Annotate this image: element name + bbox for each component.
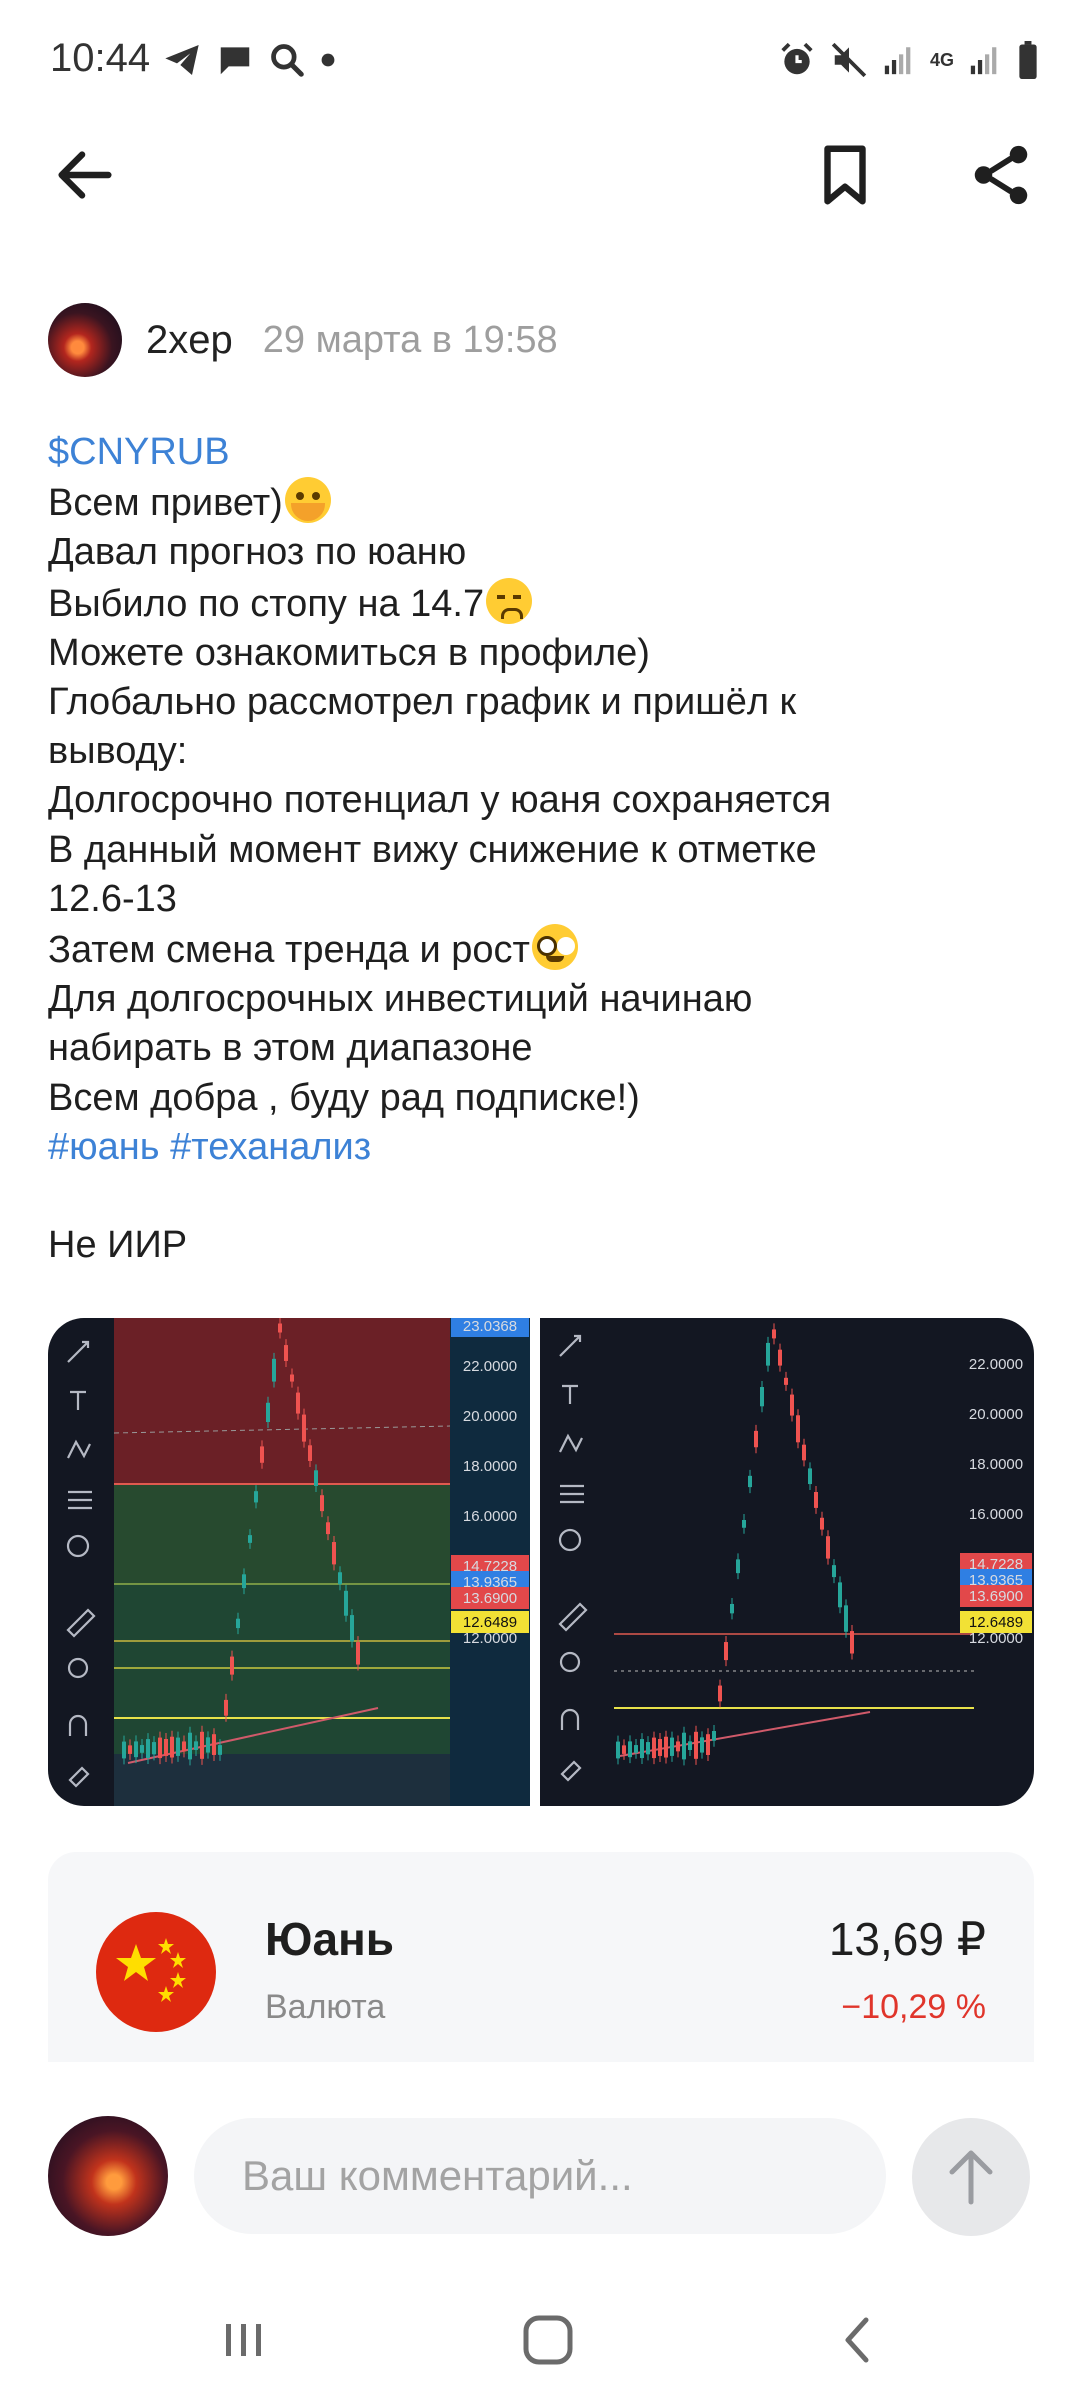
post-line: Всем привет) <box>48 482 283 525</box>
price-label: 13.6900 <box>463 1590 517 1607</box>
arrow-left-icon[interactable] <box>50 140 120 210</box>
chart-2-canvas: 22.000020.000018.000016.000014.722813.93… <box>540 1318 1034 1806</box>
china-flag-icon <box>96 1912 216 2032</box>
post-line: Затем смена тренда и рост <box>48 929 530 972</box>
post-line: В данный момент вижу снижение к отметке <box>48 828 817 871</box>
ticker-link[interactable]: $CNYRUB <box>48 431 230 473</box>
post-line: набирать в этом диапазоне <box>48 1027 533 1070</box>
sad-sweat-face-emoji <box>486 577 533 624</box>
message-icon <box>220 47 250 75</box>
author-name[interactable]: 2xep <box>146 318 233 363</box>
post-line: Долгосрочно потенциал у юаня сохраняется <box>48 779 832 822</box>
post-line: Выбило по стопу на 14.7 <box>48 582 485 625</box>
alarm-icon <box>781 42 813 75</box>
price-label: 16.0000 <box>969 1506 1023 1523</box>
post-line: 12.6-13 <box>48 877 177 920</box>
nerd-face-emoji <box>531 924 578 971</box>
chart-gallery[interactable]: 23.0368 22.0000 20.0000 18.0000 16.0000 14.72… <box>48 1318 1034 1806</box>
share-icon[interactable] <box>966 140 1036 210</box>
search-icon <box>271 44 304 77</box>
post-author-row: 2xep 29 марта в 19:58 <box>48 300 558 380</box>
price-label: 12.6489 <box>463 1614 517 1631</box>
chart-image-1[interactable]: 23.0368 22.0000 20.0000 18.0000 16.0000 14.72… <box>48 1318 530 1806</box>
status-bar: 10:44 4G <box>0 0 1080 120</box>
send-button[interactable] <box>912 2118 1030 2236</box>
price-label: 13.6900 <box>969 1588 1023 1605</box>
hashtags-link[interactable]: #юань #теханализ <box>48 1126 371 1168</box>
top-bar <box>0 120 1080 230</box>
4g-icon: 4G <box>929 50 954 70</box>
post-body: $CNYRUB Всем привет) Давал прогноз по юа… <box>48 428 1038 1270</box>
status-left-icons <box>162 38 336 82</box>
post-line: Для долгосрочных инвестиций начинаю <box>48 978 753 1021</box>
price-label: 23.0368 <box>463 1318 517 1335</box>
post-line: Можете ознакомиться в профиле) <box>48 631 650 674</box>
signal-icon <box>970 47 997 75</box>
price-label: 18.0000 <box>463 1458 517 1475</box>
status-right-icons: 4G <box>778 38 1040 82</box>
chart-image-2[interactable]: 22.0000 20.0000 18.0000 16.0000 14.7228 13.93… <box>540 1318 1034 1806</box>
price-label: 12.0000 <box>969 1630 1023 1647</box>
post-date: 29 марта в 19:58 <box>262 318 558 361</box>
price-label: 12.6489 <box>969 1614 1023 1631</box>
post-line: Глобально рассмотрел график и пришёл к <box>48 681 797 724</box>
recents-icon[interactable] <box>214 2310 274 2370</box>
asset-name: Юань <box>265 1913 395 1965</box>
price-label: 22.0000 <box>969 1356 1023 1373</box>
post-disclaimer: Не ИИР <box>48 1224 188 1267</box>
dot-icon <box>321 53 335 67</box>
price-label: 18.0000 <box>969 1456 1023 1473</box>
post-line: выводу: <box>48 730 188 773</box>
signal-icon <box>884 47 911 75</box>
price-label: 12.0000 <box>463 1630 517 1647</box>
mute-icon <box>831 42 867 78</box>
home-icon[interactable] <box>518 2310 578 2370</box>
post-line: Давал прогноз по юаню <box>48 531 467 574</box>
system-nav-bar <box>0 2280 1080 2400</box>
hugging-face-emoji <box>284 477 331 524</box>
comment-input[interactable] <box>194 2118 886 2234</box>
battery-icon <box>1019 41 1037 79</box>
bookmark-icon[interactable] <box>810 140 880 210</box>
author-avatar[interactable] <box>48 303 122 377</box>
arrow-up-icon <box>949 2150 993 2205</box>
asset-change: −10,29 % <box>841 1988 986 2026</box>
chart-1-canvas: 23.036822.000020.000018.000016.000014.72… <box>48 1318 530 1806</box>
status-time: 10:44 <box>50 36 151 80</box>
asset-type: Валюта <box>265 1988 386 2026</box>
price-label: 20.0000 <box>463 1408 517 1425</box>
price-label: 16.0000 <box>463 1508 517 1525</box>
comment-row <box>0 2110 1080 2240</box>
price-label: 20.0000 <box>969 1406 1023 1423</box>
asset-price: 13,69 ₽ <box>828 1913 986 1965</box>
asset-card[interactable]: Юань Валюта 13,69 ₽ −10,29 % <box>48 1852 1034 2062</box>
user-avatar[interactable] <box>48 2116 168 2236</box>
price-label: 22.0000 <box>463 1358 517 1375</box>
chevron-left-icon[interactable] <box>828 2310 888 2370</box>
telegram-icon <box>165 45 199 75</box>
post-line: Всем добра , буду рад подписке!) <box>48 1076 640 1119</box>
